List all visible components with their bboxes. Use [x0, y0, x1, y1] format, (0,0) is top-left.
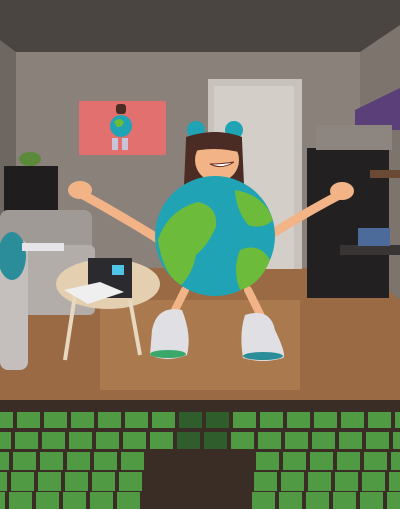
- keyboard-key: [254, 472, 277, 491]
- keyboard-key: [393, 432, 400, 449]
- side-desk: [340, 245, 400, 255]
- keyboard-key: [11, 472, 34, 491]
- keyboard-key: [63, 492, 86, 509]
- keyboard-key: [233, 412, 256, 428]
- keyboard-key: [366, 432, 389, 449]
- keyboard-key: [0, 432, 11, 449]
- keyboard-key: [312, 432, 335, 449]
- keyboard-key: [260, 412, 283, 428]
- keyboard-key: [117, 492, 140, 509]
- keyboard-key: [391, 452, 400, 470]
- keyboard-key: [67, 452, 90, 470]
- keyboard-key: [306, 492, 329, 509]
- keyboard-key: [368, 412, 391, 428]
- keyboard-key: [92, 472, 115, 491]
- keyboard-key: [123, 432, 146, 449]
- keyboard-key: [339, 432, 362, 449]
- keyboard-key: [15, 432, 38, 449]
- keyboard-key: [360, 492, 383, 509]
- keyboard-key: [98, 412, 121, 428]
- keyboard-key: [231, 432, 254, 449]
- keyboard-key: [395, 412, 400, 428]
- room-illustration: [0, 0, 400, 509]
- keyboard-key: [279, 492, 302, 509]
- keyboard-key: [179, 412, 202, 428]
- keyboard-key: [206, 412, 229, 428]
- keyboard-key: [0, 472, 7, 491]
- shelf-top: [316, 125, 392, 150]
- keyboard-key: [310, 452, 333, 470]
- 3d-render-scene: [0, 0, 400, 509]
- dark-cabinet-left: [4, 166, 58, 211]
- keyboard-key: [90, 492, 113, 509]
- keyboard-key: [281, 472, 304, 491]
- keyboard-key: [40, 452, 63, 470]
- keyboard-key: [38, 472, 61, 491]
- keyboard-key: [258, 432, 281, 449]
- keyboard-key: [362, 472, 385, 491]
- keyboard-key: [364, 452, 387, 470]
- keyboard-key: [252, 492, 275, 509]
- keyboard-key: [125, 412, 148, 428]
- keyboard-key: [308, 472, 331, 491]
- poster: [79, 101, 166, 155]
- keyboard-key: [335, 472, 358, 491]
- keyboard-key: [387, 492, 400, 509]
- keyboard-key: [0, 452, 9, 470]
- keyboard-key: [389, 472, 400, 491]
- keyboard-key: [333, 492, 356, 509]
- keyboard-key: [69, 432, 92, 449]
- left-hand: [68, 181, 92, 199]
- keyboard-key: [121, 452, 144, 470]
- keyboard-key: [177, 432, 200, 449]
- keyboard-key: [314, 412, 337, 428]
- keyboard-key: [13, 452, 36, 470]
- keyboard-key: [119, 472, 142, 491]
- keyboard-key: [287, 412, 310, 428]
- keyboard-key: [94, 452, 117, 470]
- turtle-figure: [19, 152, 41, 166]
- keyboard-key: [44, 412, 67, 428]
- keyboard-key: [65, 472, 88, 491]
- right-hand: [330, 182, 354, 200]
- keyboard-key: [283, 452, 306, 470]
- keyboard-key: [0, 412, 13, 428]
- keyboard-key: [0, 492, 5, 509]
- keyboard-key: [9, 492, 32, 509]
- foreground-keyboard: [0, 400, 400, 509]
- keyboard-key: [152, 412, 175, 428]
- keyboard-key: [204, 432, 227, 449]
- keyboard-key: [96, 432, 119, 449]
- keyboard-key: [71, 412, 94, 428]
- keyboard-key: [36, 492, 59, 509]
- keyboard-key: [42, 432, 65, 449]
- keyboard-key: [256, 452, 279, 470]
- keyboard-key: [337, 452, 360, 470]
- ceiling: [0, 0, 400, 60]
- keyboard-key: [341, 412, 364, 428]
- keyboard-key: [285, 432, 308, 449]
- keyboard-key: [17, 412, 40, 428]
- keyboard-key: [150, 432, 173, 449]
